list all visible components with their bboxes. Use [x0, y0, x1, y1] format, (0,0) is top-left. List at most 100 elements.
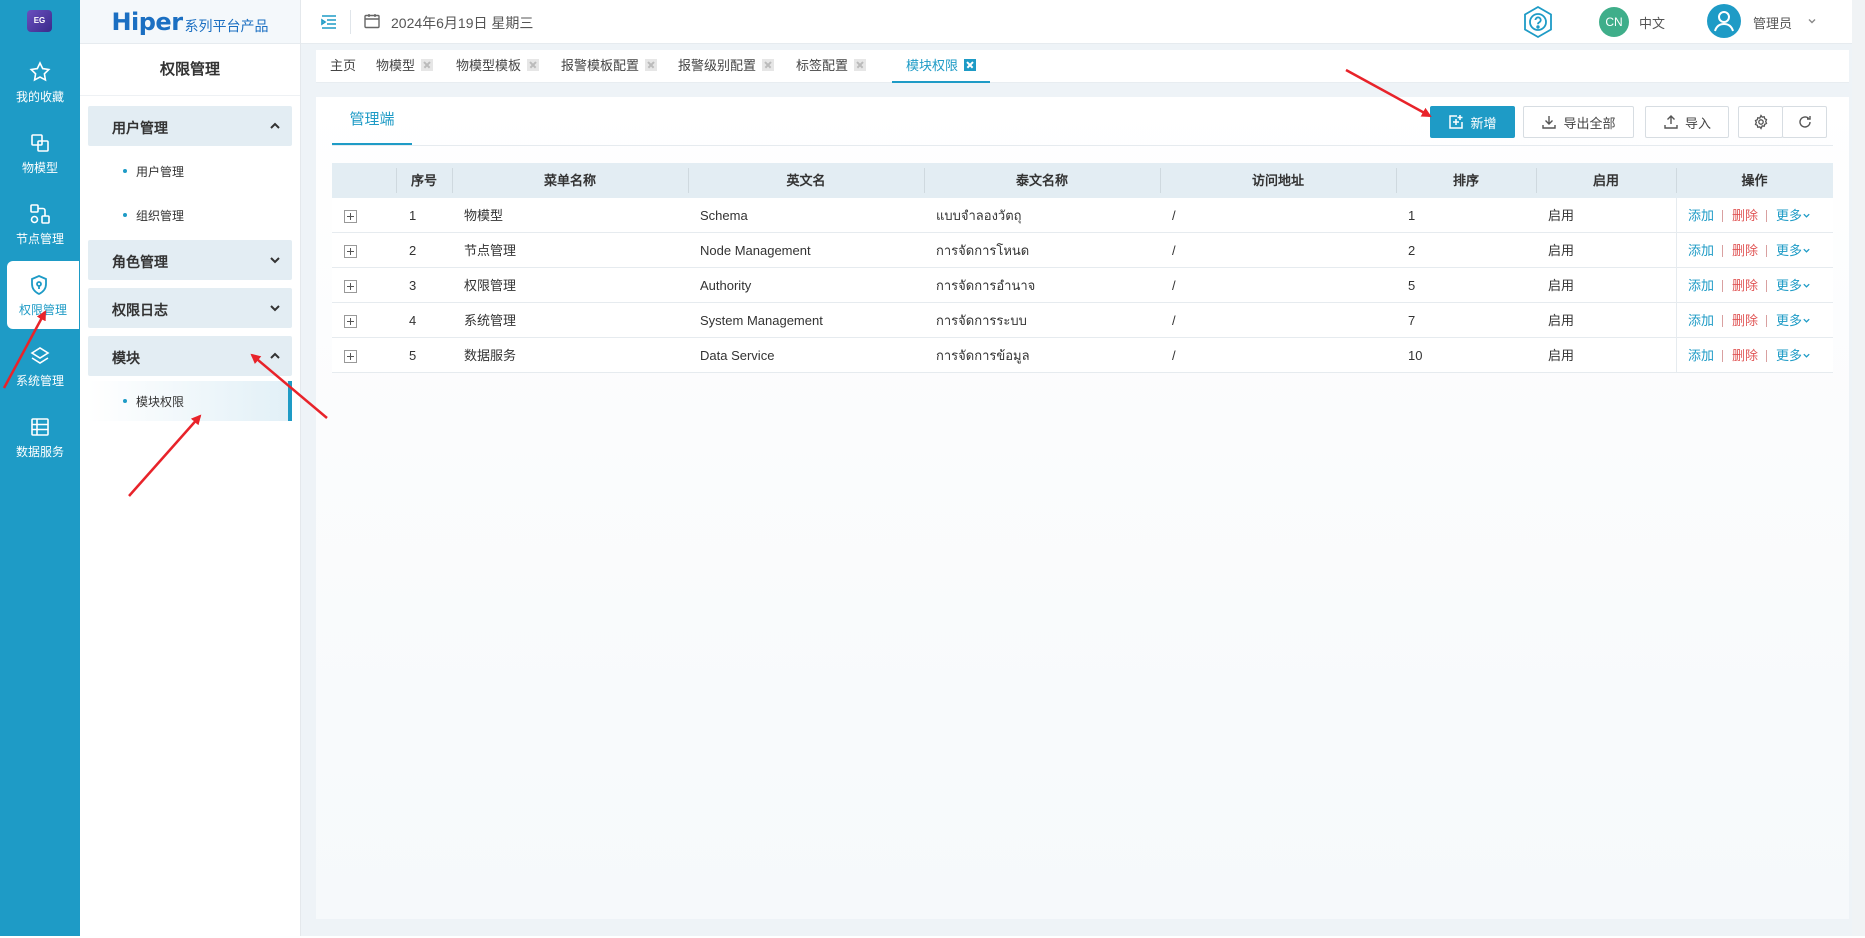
close-icon[interactable] [645, 59, 658, 71]
rail-item-model[interactable]: 物模型 [0, 119, 80, 187]
menu-item-module-permission[interactable]: 模块权限 [88, 381, 292, 421]
export-all-button[interactable]: 导出全部 [1523, 106, 1634, 138]
menu-group-module[interactable]: 模块 [88, 336, 292, 376]
rail-item-label: 数据服务 [15, 445, 64, 459]
row-add-link[interactable]: 添加 [1688, 303, 1714, 338]
cell-url: / [1172, 348, 1176, 363]
menu-group-role-management[interactable]: 角色管理 [88, 240, 292, 280]
refresh-button[interactable] [1782, 106, 1827, 138]
column-header-actions: 操作 [1741, 173, 1768, 188]
user-menu[interactable]: 管理员 [1753, 13, 1792, 32]
close-icon[interactable] [854, 59, 867, 71]
settings-button[interactable] [1738, 106, 1783, 138]
help-icon[interactable] [1520, 4, 1556, 40]
column-header-url[interactable]: 访问地址 [1160, 163, 1396, 198]
row-more-link[interactable]: 更多 [1776, 268, 1811, 303]
scrollbar-track[interactable] [1852, 0, 1865, 936]
chevron-down-icon [1803, 318, 1810, 323]
row-delete-link[interactable]: 删除 [1732, 198, 1758, 233]
column-header-english-name[interactable]: 英文名 [688, 163, 924, 198]
tab-home[interactable]: 主页 [330, 50, 356, 83]
cell-enabled: 启用 [1548, 348, 1575, 363]
menu-collapse-icon[interactable] [319, 12, 339, 32]
user-icon [1714, 11, 1734, 32]
row-delete-link[interactable]: 删除 [1732, 303, 1758, 338]
table-row[interactable]: 2 节点管理 Node Management การจัดการโหนด / 2… [332, 233, 1833, 268]
cell-thai-name: การจัดการข้อมูล [936, 348, 1030, 363]
chevron-down-icon[interactable] [1807, 16, 1817, 26]
close-icon[interactable] [527, 59, 540, 71]
row-delete-link[interactable]: 删除 [1732, 233, 1758, 268]
language-switch[interactable]: 中文 [1639, 13, 1665, 32]
row-more-link[interactable]: 更多 [1776, 303, 1811, 338]
rail-item-data-service[interactable]: 数据服务 [0, 403, 80, 471]
cell-sort: 7 [1408, 313, 1416, 328]
model-icon [31, 134, 49, 152]
table-row[interactable]: 5 数据服务 Data Service การจัดการข้อมูล / 10… [332, 338, 1833, 373]
cell-sort: 5 [1408, 278, 1416, 293]
current-date: 2024年6月19日 星期三 [391, 15, 534, 31]
expand-row-icon[interactable] [344, 210, 357, 223]
table-row[interactable]: 4 系统管理 System Management การจัดการระบบ /… [332, 303, 1833, 338]
sub-tab-admin[interactable]: 管理端 [332, 97, 412, 145]
header-divider [350, 10, 351, 34]
cell-no: 1 [409, 208, 417, 223]
rail-item-favorites[interactable]: 我的收藏 [0, 48, 80, 116]
tab-alarm-template[interactable]: 报警模板配置 [561, 50, 658, 83]
menu-item-org-management[interactable]: 组织管理 [88, 195, 292, 235]
menu-group-permission-log[interactable]: 权限日志 [88, 288, 292, 328]
chevron-down-icon [1803, 283, 1810, 288]
cell-english-name: Node Management [700, 243, 811, 258]
row-delete-link[interactable]: 删除 [1732, 268, 1758, 303]
row-add-link[interactable]: 添加 [1688, 198, 1714, 233]
column-divider [1676, 198, 1677, 233]
rail-item-label: 我的收藏 [15, 90, 64, 104]
expand-row-icon[interactable] [344, 280, 357, 293]
expand-row-icon[interactable] [344, 245, 357, 258]
row-add-link[interactable]: 添加 [1688, 338, 1714, 373]
row-add-link[interactable]: 添加 [1688, 268, 1714, 303]
import-button[interactable]: 导入 [1645, 106, 1729, 138]
system-icon [30, 347, 50, 364]
menu-item-user-management[interactable]: 用户管理 [88, 151, 292, 191]
tab-alarm-level[interactable]: 报警级别配置 [678, 50, 775, 83]
cell-enabled: 启用 [1548, 243, 1575, 258]
menu-group-user-management[interactable]: 用户管理 [88, 106, 292, 146]
rail-item-node[interactable]: 节点管理 [0, 190, 80, 258]
close-icon[interactable] [964, 59, 977, 71]
chevron-down-icon [1803, 353, 1810, 358]
chevron-up-icon [270, 352, 280, 359]
add-button[interactable]: 新增 [1430, 106, 1515, 138]
refresh-icon [1798, 116, 1811, 128]
tab-model-template[interactable]: 物模型模板 [456, 50, 540, 83]
row-more-link[interactable]: 更多 [1776, 338, 1811, 373]
main-nav-rail: EG 我的收藏 物模型 节点管理 权限管理 系统管理 数据服务 [0, 0, 80, 936]
sidebar-title: 权限管理 [80, 44, 300, 96]
row-add-link[interactable]: 添加 [1688, 233, 1714, 268]
tab-tag-config[interactable]: 标签配置 [796, 50, 867, 83]
rail-item-permission[interactable]: 权限管理 [7, 261, 79, 329]
expand-row-icon[interactable] [344, 315, 357, 328]
tab-model[interactable]: 物模型 [376, 50, 434, 83]
row-delete-link[interactable]: 删除 [1732, 338, 1758, 373]
close-icon[interactable] [762, 59, 775, 71]
row-more-link[interactable]: 更多 [1776, 233, 1811, 268]
column-header-sort[interactable]: 排序 [1396, 163, 1536, 198]
expand-row-icon[interactable] [344, 350, 357, 363]
table-row[interactable]: 1 物模型 Schema แบบจำลองวัตถุ / 1 启用 添加 删除 … [332, 198, 1833, 233]
cell-url: / [1172, 278, 1176, 293]
cell-no: 3 [409, 278, 417, 293]
column-header-no[interactable]: 序号 [396, 163, 452, 198]
language-badge[interactable]: CN [1599, 7, 1629, 37]
column-header-menu-name[interactable]: 菜单名称 [452, 163, 688, 198]
row-more-link[interactable]: 更多 [1776, 198, 1811, 233]
action-separator [1722, 245, 1723, 257]
avatar[interactable] [1707, 4, 1741, 38]
column-header-thai-name[interactable]: 泰文名称 [924, 163, 1160, 198]
tab-module-permission[interactable]: 模块权限 [892, 50, 991, 83]
table-row[interactable]: 3 权限管理 Authority การจัดการอำนาจ / 5 启用 添… [332, 268, 1833, 303]
close-icon[interactable] [421, 59, 434, 71]
column-header-enabled[interactable]: 启用 [1536, 163, 1676, 198]
rail-item-system[interactable]: 系统管理 [0, 332, 80, 400]
top-header: 2024年6月19日 星期三 CN 中文 管理员 [301, 0, 1865, 44]
